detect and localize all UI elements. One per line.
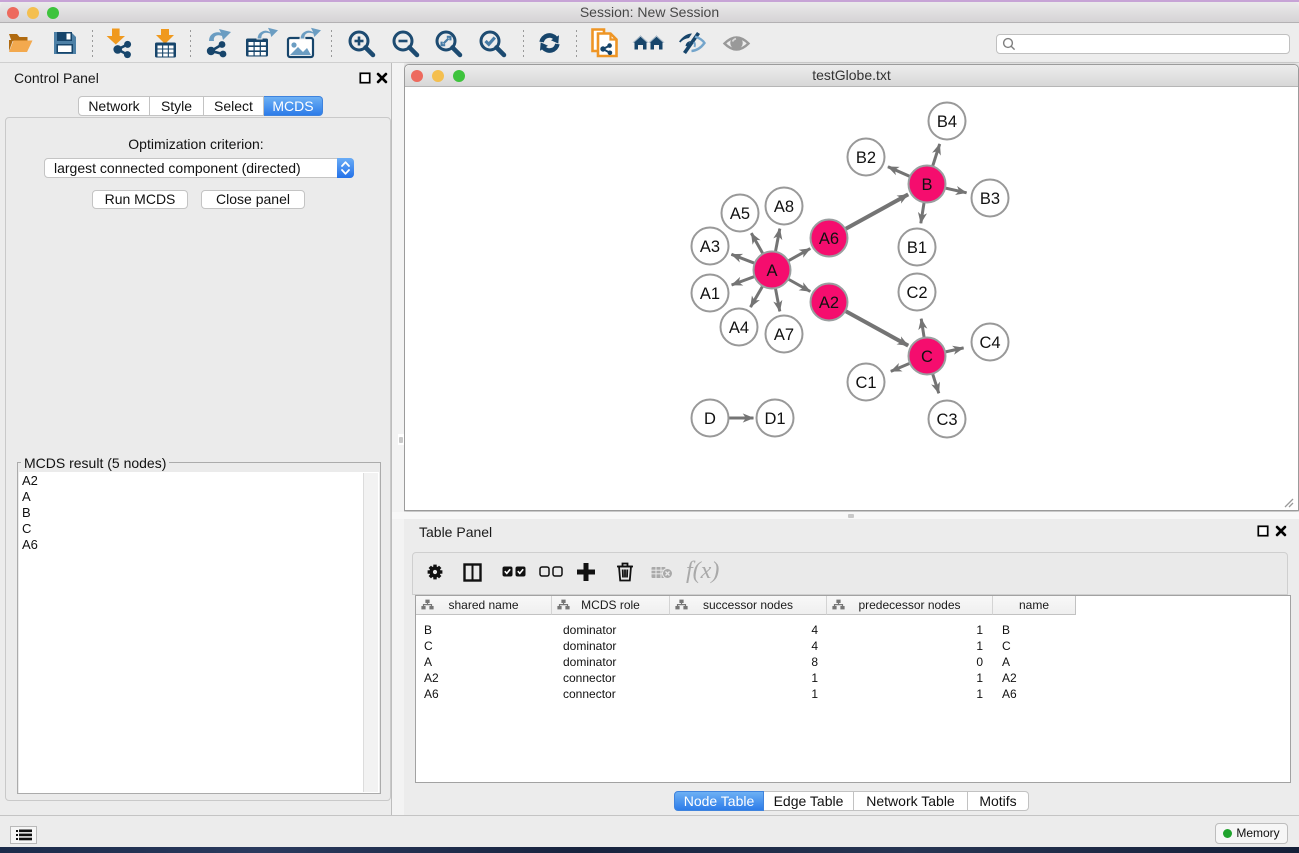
svg-text:A4: A4 [729,319,749,337]
svg-text:C4: C4 [979,334,1000,352]
svg-text:D1: D1 [764,410,785,428]
svg-text:A2: A2 [819,294,839,312]
svg-text:B: B [921,176,932,194]
svg-text:A7: A7 [774,326,794,344]
svg-text:D: D [704,410,716,428]
svg-text:A1: A1 [700,285,720,303]
svg-text:B2: B2 [856,149,876,167]
svg-text:A3: A3 [700,238,720,256]
svg-text:A8: A8 [774,198,794,216]
svg-text:A5: A5 [730,205,750,223]
svg-text:C1: C1 [855,374,876,392]
svg-text:A: A [766,262,777,280]
svg-text:A6: A6 [819,230,839,248]
svg-text:C: C [921,348,933,366]
svg-text:C3: C3 [936,411,957,429]
svg-text:B3: B3 [980,190,1000,208]
svg-text:C2: C2 [906,284,927,302]
svg-text:B1: B1 [907,239,927,257]
svg-text:B4: B4 [937,113,957,131]
